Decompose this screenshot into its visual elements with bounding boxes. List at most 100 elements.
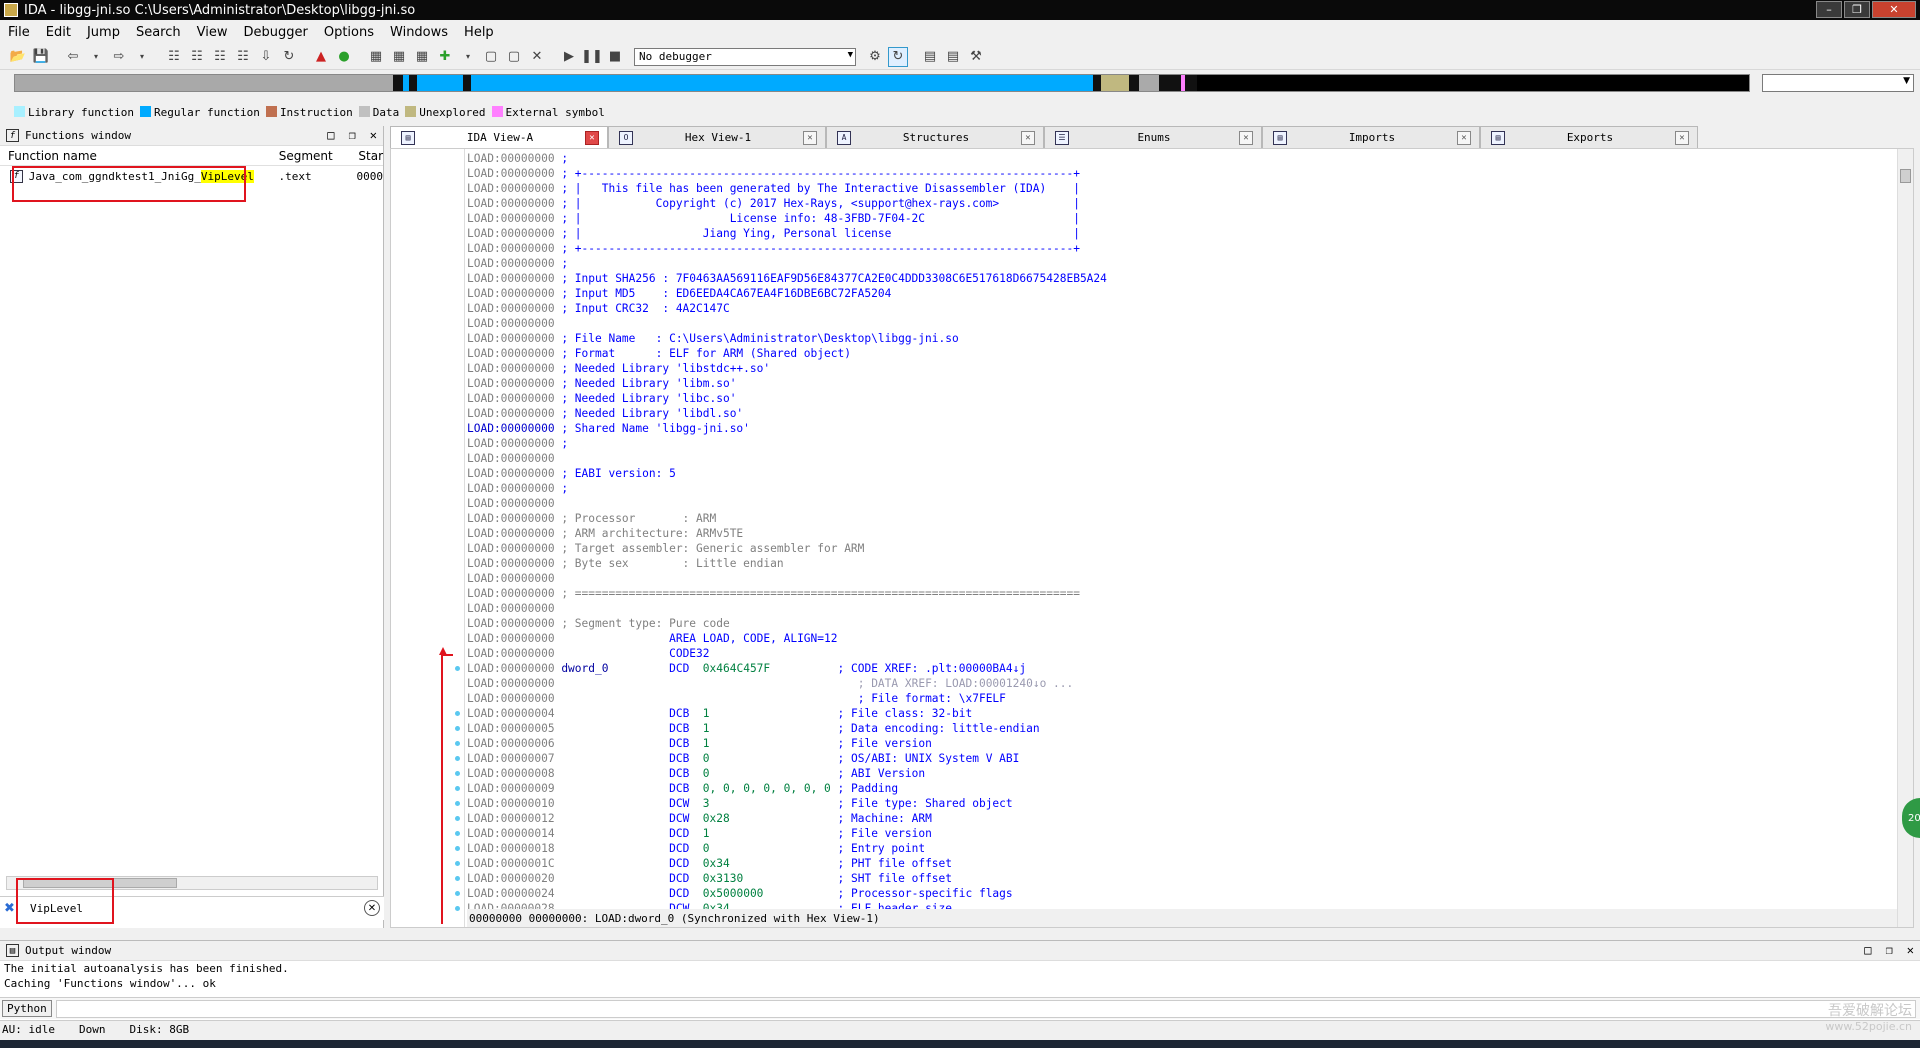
disasm-line[interactable]: LOAD:00000000 ; +-----------------------… bbox=[467, 166, 1107, 181]
disasm-operand[interactable]: 0x28 bbox=[703, 812, 838, 825]
disasm-line[interactable]: LOAD:00000000 ; Needed Library 'libm.so' bbox=[467, 376, 1107, 391]
disasm-operand[interactable]: 0x5000000 bbox=[703, 887, 838, 900]
command-input[interactable] bbox=[55, 999, 1916, 1018]
disasm-line[interactable]: LOAD:00000000 ; bbox=[467, 256, 1107, 271]
menu-options[interactable]: Options bbox=[316, 25, 382, 40]
close-icon[interactable]: ✕ bbox=[1457, 130, 1471, 145]
disasm-line[interactable]: LOAD:00000000 ; | License info: 48-3FBD-… bbox=[467, 211, 1107, 226]
disasm-line[interactable]: LOAD:00000010 DCW 3 ; File type: Shared … bbox=[467, 796, 1107, 811]
tab-hex-view-1[interactable]: O Hex View-1 ✕ bbox=[608, 126, 826, 148]
disasm-xref[interactable]: ; DATA XREF: LOAD:00001240↓o ... bbox=[858, 677, 1074, 690]
data-icon[interactable]: ▦ bbox=[389, 47, 409, 67]
disasm-line[interactable]: LOAD:00000008 DCB 0 ; ABI Version bbox=[467, 766, 1107, 781]
menu-search[interactable]: Search bbox=[128, 25, 189, 40]
disasm-label[interactable] bbox=[561, 782, 669, 795]
minimize-icon[interactable]: – bbox=[1816, 1, 1842, 18]
close-icon[interactable]: ✕ bbox=[585, 130, 599, 145]
disasm-line[interactable]: LOAD:0000001C DCD 0x34 ; PHT file offset bbox=[467, 856, 1107, 871]
disasm-line[interactable]: LOAD:00000004 DCB 1 ; File class: 32-bit bbox=[467, 706, 1107, 721]
string-icon[interactable]: ▦ bbox=[412, 47, 432, 67]
disassembly-listing[interactable]: LOAD:00000000 ; LOAD:00000000 ; +--------… bbox=[467, 151, 1107, 916]
close-icon[interactable]: ✕ bbox=[1872, 1, 1916, 18]
disasm-line[interactable]: LOAD:00000000 ; EABI version: 5 bbox=[467, 466, 1107, 481]
tools-icon[interactable]: ⚒ bbox=[966, 47, 986, 67]
restore-icon[interactable]: ❐ bbox=[1844, 1, 1870, 18]
sync-icon[interactable]: ↻ bbox=[888, 46, 908, 67]
disasm-line[interactable]: LOAD:00000000 bbox=[467, 496, 1107, 511]
disasm-operand[interactable]: 1 bbox=[703, 737, 838, 750]
disasm-line[interactable]: LOAD:00000000 ; Byte sex : Little endian bbox=[467, 556, 1107, 571]
ida-view-a-disassembly[interactable]: LOAD:00000000 ; LOAD:00000000 ; +--------… bbox=[390, 148, 1914, 928]
column-start[interactable]: Star bbox=[350, 149, 383, 163]
disasm-label[interactable] bbox=[561, 722, 669, 735]
back-arrow-icon[interactable]: ⇦ bbox=[63, 47, 83, 67]
disasm-label[interactable]: dword_0 bbox=[561, 662, 669, 675]
mark-icon[interactable]: ↻ bbox=[279, 47, 299, 67]
tab-exports[interactable]: ▤ Exports ✕ bbox=[1480, 126, 1698, 148]
navigation-band[interactable] bbox=[14, 74, 1750, 92]
tab-structures[interactable]: A Structures ✕ bbox=[826, 126, 1044, 148]
disasm-operand[interactable]: 1 bbox=[703, 707, 838, 720]
add-dropdown-icon[interactable]: ▾ bbox=[458, 47, 478, 67]
maximize-icon[interactable]: □ bbox=[327, 128, 334, 142]
column-segment[interactable]: Segment bbox=[271, 149, 351, 163]
disasm-line[interactable]: LOAD:00000009 DCB 0, 0, 0, 0, 0, 0, 0 ; … bbox=[467, 781, 1107, 796]
close-icon[interactable]: ✕ bbox=[370, 128, 377, 142]
disasm-line[interactable]: LOAD:00000000 ; +-----------------------… bbox=[467, 241, 1107, 256]
disasm-label[interactable] bbox=[561, 692, 669, 705]
forward-dropdown-icon[interactable]: ▾ bbox=[132, 47, 152, 67]
disasm-line[interactable]: LOAD:00000006 DCB 1 ; File version bbox=[467, 736, 1107, 751]
disasm-line[interactable]: LOAD:00000005 DCB 1 ; Data encoding: lit… bbox=[467, 721, 1107, 736]
disasm-line[interactable]: LOAD:00000000 ; bbox=[467, 151, 1107, 166]
disasm-line[interactable]: LOAD:00000000 bbox=[467, 451, 1107, 466]
column-function-name[interactable]: Function name bbox=[0, 149, 271, 163]
search-text-icon[interactable]: ☷ bbox=[187, 47, 207, 67]
disasm-label[interactable] bbox=[561, 857, 669, 870]
menu-view[interactable]: View bbox=[189, 25, 236, 40]
search-immediate-icon[interactable]: ☷ bbox=[233, 47, 253, 67]
close-icon[interactable]: ✕ bbox=[803, 130, 817, 145]
tab-enums[interactable]: ☰ Enums ✕ bbox=[1044, 126, 1262, 148]
tab-imports[interactable]: ▤ Imports ✕ bbox=[1262, 126, 1480, 148]
disasm-line[interactable]: LOAD:00000000 ; Input SHA256 : 7F0463AA5… bbox=[467, 271, 1107, 286]
disasm-operand[interactable] bbox=[723, 677, 858, 690]
disasm-line[interactable]: LOAD:00000000 CODE32 bbox=[467, 646, 1107, 661]
disasm-line[interactable]: LOAD:00000000 bbox=[467, 571, 1107, 586]
disasm-line[interactable]: LOAD:00000014 DCD 1 ; File version bbox=[467, 826, 1107, 841]
disasm-line[interactable]: LOAD:00000000 ; File Name : C:\Users\Adm… bbox=[467, 331, 1107, 346]
disasm-line[interactable]: LOAD:00000000 ; DATA XREF: LOAD:00001240… bbox=[467, 676, 1107, 691]
disasm-line[interactable]: LOAD:00000000 ; Input MD5 : ED6EEDA4CA67… bbox=[467, 286, 1107, 301]
stop-icon[interactable]: ■ bbox=[605, 47, 625, 67]
disasm-line[interactable]: LOAD:00000000 ; Needed Library 'libc.so' bbox=[467, 391, 1107, 406]
add-icon[interactable]: ✚ bbox=[435, 47, 455, 67]
disasm-line[interactable]: LOAD:00000018 DCD 0 ; Entry point bbox=[467, 841, 1107, 856]
scrollbar-thumb[interactable] bbox=[1900, 169, 1911, 183]
disasm-line[interactable]: LOAD:00000000 bbox=[467, 316, 1107, 331]
patch-icon[interactable]: ▢ bbox=[504, 47, 524, 67]
disasm-line[interactable]: LOAD:00000000 ; Shared Name 'libgg-jni.s… bbox=[467, 421, 1107, 436]
disasm-line[interactable]: LOAD:00000000 ; ========================… bbox=[467, 586, 1107, 601]
disasm-line[interactable]: LOAD:00000000 bbox=[467, 601, 1107, 616]
disasm-line[interactable]: LOAD:00000000 ; | Copyright (c) 2017 Hex… bbox=[467, 196, 1107, 211]
float-icon[interactable]: ❐ bbox=[349, 128, 356, 142]
undefine-icon[interactable]: ✕ bbox=[527, 47, 547, 67]
trace-icon[interactable]: ▤ bbox=[943, 47, 963, 67]
disasm-operand[interactable] bbox=[723, 692, 858, 705]
back-dropdown-icon[interactable]: ▾ bbox=[86, 47, 106, 67]
disasm-label[interactable] bbox=[561, 827, 669, 840]
open-folder-icon[interactable]: 📂 bbox=[8, 47, 28, 67]
disasm-line[interactable]: LOAD:00000000 ; bbox=[467, 436, 1107, 451]
search-binary-icon[interactable]: ☷ bbox=[210, 47, 230, 67]
disasm-line[interactable]: LOAD:00000000 ; Segment type: Pure code bbox=[467, 616, 1107, 631]
disasm-label[interactable] bbox=[561, 752, 669, 765]
disasm-label[interactable] bbox=[561, 812, 669, 825]
disasm-line[interactable]: LOAD:00000007 DCB 0 ; OS/ABI: UNIX Syste… bbox=[467, 751, 1107, 766]
disasm-operand[interactable]: 0x464C457F bbox=[703, 662, 838, 675]
run-green-icon[interactable]: ● bbox=[334, 47, 354, 67]
disasm-operand[interactable]: 0 bbox=[703, 842, 838, 855]
menu-debugger[interactable]: Debugger bbox=[235, 25, 315, 40]
disasm-operand[interactable]: 1 bbox=[703, 827, 838, 840]
close-icon[interactable]: ✕ bbox=[1675, 130, 1689, 145]
code-icon[interactable]: ▦ bbox=[366, 47, 386, 67]
close-icon[interactable]: ✕ bbox=[1239, 130, 1253, 145]
